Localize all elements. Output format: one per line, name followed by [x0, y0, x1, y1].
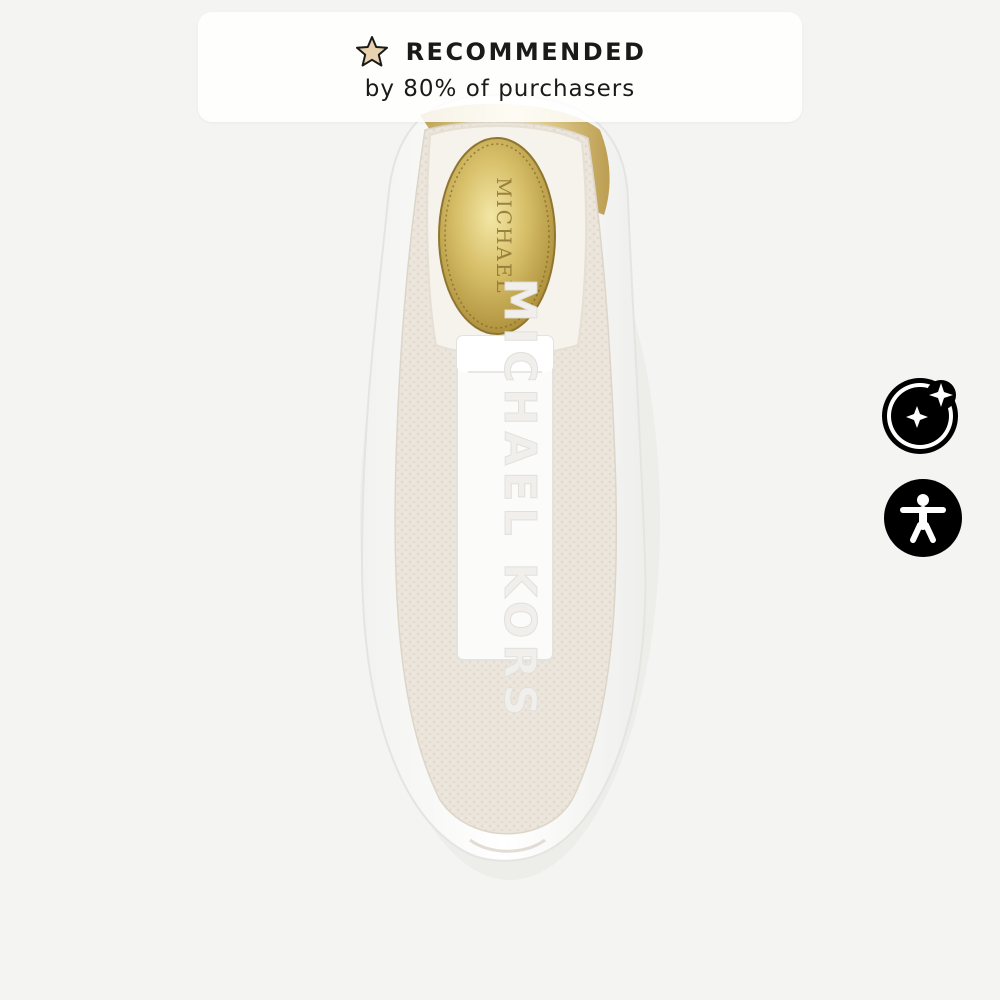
recommendation-badge: RECOMMENDED by 80% of purchasers	[198, 12, 802, 122]
strap-brand-text: MICHAEL KORS	[494, 278, 545, 722]
badge-subtitle: by 80% of purchasers	[364, 76, 636, 102]
badge-title: RECOMMENDED	[405, 38, 647, 66]
product-viewer: MICHAEL MICHAEL KORS RECOMMENDED by 80% …	[0, 0, 1000, 1000]
product-image: MICHAEL MICHAEL KORS	[360, 93, 660, 880]
ai-assistant-button[interactable]	[879, 373, 963, 457]
accessibility-button[interactable]	[884, 479, 962, 557]
accessibility-person-icon	[900, 494, 946, 543]
ai-sparkle-icon	[882, 378, 958, 454]
star-icon	[355, 36, 388, 67]
badge-header: RECOMMENDED	[354, 32, 647, 72]
